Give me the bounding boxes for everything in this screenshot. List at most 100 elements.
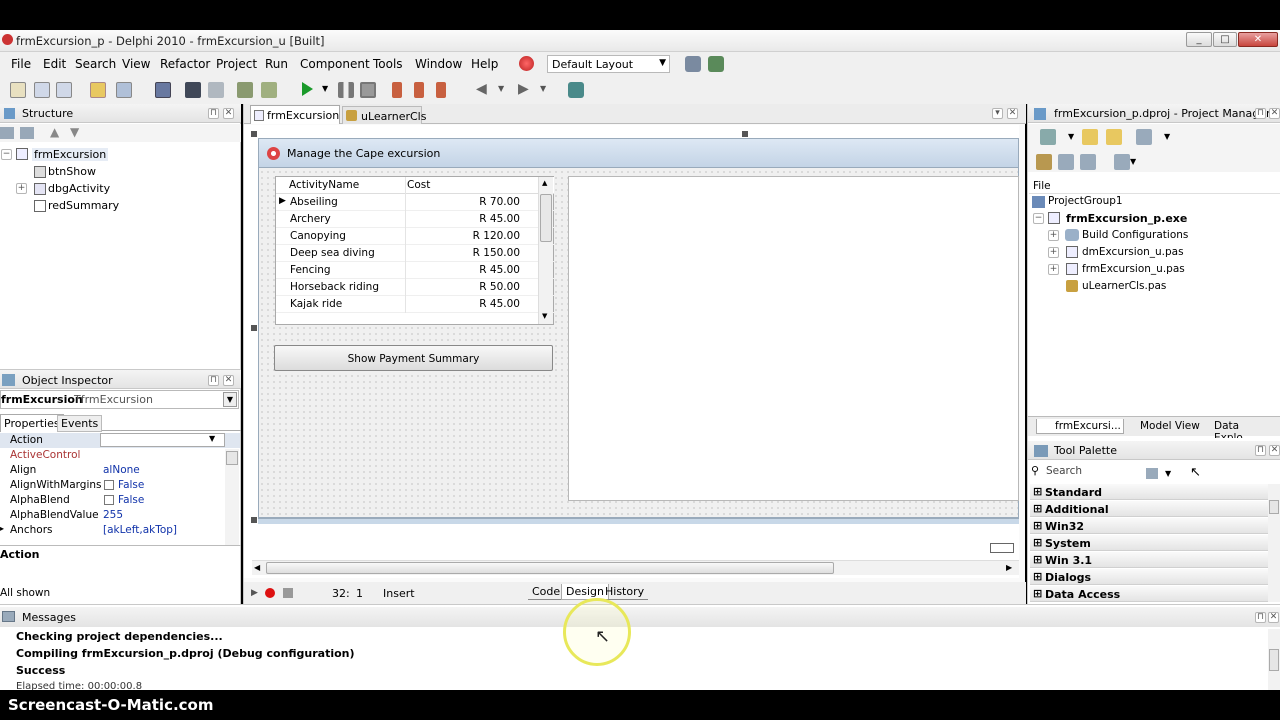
checkbox[interactable] [104, 495, 114, 505]
table-row[interactable]: Archery R 45.00 [276, 211, 554, 228]
scrollbar-thumb[interactable] [226, 451, 238, 465]
expand-icon[interactable] [20, 127, 34, 139]
collapse-icon[interactable] [0, 127, 14, 139]
open-icon[interactable] [90, 82, 106, 98]
project-child[interactable]: frmExcursion_u.pas [1082, 263, 1185, 275]
tab-properties[interactable]: Properties [0, 414, 64, 432]
property-row[interactable]: Action ▼ [0, 433, 240, 448]
menu-project[interactable]: Project [216, 57, 257, 71]
palette-category-additional[interactable]: ⊞ Additional [1030, 501, 1268, 517]
pin-icon[interactable]: ⊓ [1255, 612, 1266, 623]
project-child[interactable]: dmExcursion_u.pas [1082, 246, 1184, 258]
toggle-form-icon[interactable] [237, 82, 253, 98]
table-row[interactable]: ▶ Abseiling R 70.00 [276, 194, 554, 211]
project-child[interactable]: uLearnerCls.pas [1082, 280, 1166, 292]
property-row[interactable]: ActiveControl [0, 448, 240, 463]
maximize-button[interactable]: □ [1213, 32, 1237, 47]
up-arrow-icon[interactable]: ▲ [50, 125, 59, 139]
save-desktop-icon[interactable] [685, 56, 701, 72]
structure-root[interactable]: frmExcursion [32, 148, 109, 161]
table-row[interactable]: Kajak ride R 45.00 [276, 296, 554, 313]
chevron-down-icon[interactable]: ▼ [1164, 132, 1170, 141]
palette-category-system[interactable]: ⊞ System [1030, 535, 1268, 551]
grid-header-cost[interactable]: Cost [407, 179, 430, 191]
menu-window[interactable]: Window [415, 57, 462, 71]
grid-header-activityname[interactable]: ActivityName [289, 179, 359, 191]
pause-icon[interactable] [338, 82, 354, 98]
grid-scrollbar[interactable]: ▲ ▼ [538, 177, 553, 324]
chevron-down-icon[interactable]: ▼ [1130, 157, 1136, 166]
structure-item-dbgactivity[interactable]: dbgActivity [48, 182, 110, 195]
view-unit-icon[interactable] [208, 82, 224, 98]
pin-icon[interactable]: ⊓ [208, 108, 219, 119]
expand-toggle[interactable]: + [16, 183, 27, 194]
save-all-icon[interactable] [185, 82, 201, 98]
menu-run[interactable]: Run [265, 57, 288, 71]
menu-component[interactable]: Component [300, 57, 370, 71]
structure-item-btnshow[interactable]: btnShow [48, 165, 96, 178]
selection-handle[interactable] [251, 517, 257, 523]
close-tab-icon[interactable]: ✕ [1007, 108, 1018, 119]
sort-icon[interactable] [1114, 154, 1130, 170]
tab-model-view[interactable]: Model View [1124, 420, 1200, 432]
property-value-dropdown[interactable] [100, 433, 225, 447]
menu-help[interactable]: Help [471, 57, 498, 71]
scrollbar-thumb[interactable] [266, 562, 834, 574]
palette-category-win32[interactable]: ⊞ Win32 [1030, 518, 1268, 534]
sync-icon[interactable] [1036, 154, 1052, 170]
table-row[interactable]: Horseback riding R 50.00 [276, 279, 554, 296]
expand-toggle[interactable]: − [1033, 213, 1044, 224]
close-icon[interactable]: ✕ [1269, 108, 1280, 119]
palette-category-standard[interactable]: ⊞ Standard [1030, 484, 1268, 500]
down-arrow-icon[interactable]: ▼ [70, 125, 79, 139]
show-payment-summary-button[interactable]: Show Payment Summary [274, 345, 553, 371]
chevron-down-icon[interactable]: ▼ [209, 434, 215, 443]
run-icon[interactable] [302, 82, 313, 96]
step-trace-icon[interactable] [392, 82, 402, 98]
palette-category-dialogs[interactable]: ⊞ Dialogs [1030, 569, 1268, 585]
layout-select[interactable]: Default Layout ▼ [547, 55, 670, 73]
help-contents-icon[interactable] [568, 82, 584, 98]
selection-handle[interactable] [742, 131, 748, 137]
scrollbar-thumb[interactable] [540, 194, 552, 242]
close-icon[interactable]: ✕ [1269, 445, 1280, 456]
collapse-all-icon[interactable] [1080, 154, 1096, 170]
scroll-up-icon[interactable]: ▲ [542, 179, 547, 187]
palette-search[interactable]: ⚲ Search [1029, 463, 1139, 480]
close-button[interactable]: ✕ [1238, 32, 1278, 47]
expand-toggle[interactable]: ▸ [0, 524, 4, 533]
play-macro-icon[interactable]: ▶ [251, 588, 258, 598]
project-group[interactable]: ProjectGroup1 [1048, 195, 1123, 207]
view-icon[interactable] [1136, 129, 1152, 145]
new-items-icon[interactable] [10, 82, 26, 98]
tab-frmexcursion-u[interactable]: frmExcursion_u [250, 105, 340, 124]
selection-handle[interactable] [251, 325, 257, 331]
back-dropdown-icon[interactable]: ▼ [498, 84, 504, 93]
close-icon[interactable]: ✕ [223, 375, 234, 386]
scrollbar-thumb[interactable] [1269, 649, 1279, 671]
tab-ulearnercls[interactable]: uLearnerCls [342, 106, 426, 124]
component-selector[interactable]: frmExcursion TfrmExcursion ▼ [0, 390, 239, 409]
step-out-icon[interactable] [436, 82, 446, 98]
pin-icon[interactable]: ⊓ [208, 375, 219, 386]
close-icon[interactable]: ✕ [223, 108, 234, 119]
run-dropdown-icon[interactable]: ▼ [322, 84, 328, 93]
editor-horizontal-scrollbar[interactable]: ◀ ▶ [252, 560, 1019, 575]
table-row[interactable]: Fencing R 45.00 [276, 262, 554, 279]
tab-list-icon[interactable]: ▾ [992, 108, 1003, 119]
palette-scrollbar[interactable] [1268, 484, 1280, 602]
expand-toggle[interactable]: + [1048, 230, 1059, 241]
record-macro-icon[interactable] [265, 588, 275, 598]
scrollbar-thumb[interactable] [1269, 500, 1279, 514]
add-file-icon[interactable] [56, 82, 72, 98]
selection-handle[interactable] [251, 131, 257, 137]
expand-toggle[interactable]: + [1048, 264, 1059, 275]
pin-icon[interactable]: ⊓ [1255, 445, 1266, 456]
tab-events[interactable]: Events [57, 415, 103, 432]
categories-icon[interactable] [1146, 468, 1158, 479]
forward-arrow-icon[interactable]: ▶ [518, 81, 529, 97]
table-row[interactable]: Canopying R 120.00 [276, 228, 554, 245]
palette-category-data-access[interactable]: ⊞ Data Access [1030, 586, 1268, 602]
menu-file[interactable]: File [11, 57, 31, 71]
table-row[interactable]: Deep sea diving R 150.00 [276, 245, 554, 262]
